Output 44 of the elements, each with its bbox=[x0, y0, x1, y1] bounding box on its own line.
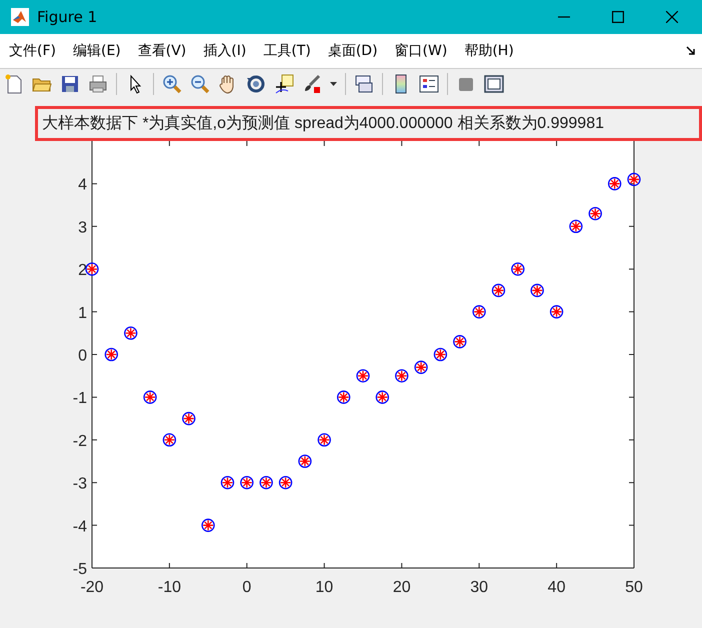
x-tick-label: 40 bbox=[548, 579, 566, 596]
menu-item[interactable]: 文件(F) bbox=[9, 42, 56, 60]
y-tick-label: 2 bbox=[78, 262, 87, 280]
x-tick-label: 30 bbox=[470, 579, 488, 596]
brush-icon[interactable] bbox=[302, 74, 322, 94]
save-icon[interactable] bbox=[60, 74, 80, 94]
menu-item[interactable]: 编辑(E) bbox=[72, 42, 121, 60]
menu-item[interactable]: 桌面(D) bbox=[328, 42, 378, 60]
data-cursor-icon[interactable] bbox=[274, 74, 294, 94]
y-tick-label: 3 bbox=[78, 219, 87, 236]
x-tick-label: 0 bbox=[242, 579, 252, 596]
close-icon[interactable] bbox=[666, 11, 678, 23]
x-tick-label: 10 bbox=[315, 579, 334, 596]
x-tick-label: -10 bbox=[158, 579, 181, 596]
y-tick-label: -3 bbox=[72, 476, 87, 493]
y-tick-label: 4 bbox=[78, 176, 87, 194]
zoom-out-icon[interactable] bbox=[190, 74, 210, 94]
y-tick-label: -5 bbox=[72, 561, 87, 578]
y-tick-label: -1 bbox=[72, 390, 87, 408]
legend-icon[interactable] bbox=[419, 74, 439, 94]
logo-icon bbox=[11, 8, 29, 26]
window-icon[interactable] bbox=[484, 74, 504, 94]
menu-item[interactable]: 查看(V) bbox=[138, 42, 186, 60]
maximize-icon[interactable] bbox=[612, 11, 624, 23]
menu-item[interactable]: 帮助(H) bbox=[464, 42, 514, 60]
y-tick-label: -4 bbox=[72, 518, 87, 536]
y-tick-label: 0 bbox=[78, 348, 87, 364]
zoom-in-icon[interactable] bbox=[162, 74, 182, 94]
arrow-icon[interactable] bbox=[686, 46, 696, 56]
x-tick-label: -20 bbox=[80, 579, 104, 596]
caret-icon[interactable] bbox=[330, 82, 337, 86]
y-tick-label: -2 bbox=[72, 432, 87, 450]
link-icon[interactable] bbox=[354, 74, 374, 94]
printer-icon[interactable] bbox=[88, 74, 108, 94]
menu-item[interactable]: 工具(T) bbox=[263, 42, 311, 60]
y-tick-label: 1 bbox=[78, 304, 87, 322]
x-tick-label: 20 bbox=[392, 579, 411, 596]
x-tick-label: 50 bbox=[625, 579, 643, 596]
chart-title: 大样本数据下 *为真实值,o为预测值 spread为4000.000000 相关系数为0.999981 bbox=[35, 106, 702, 141]
menu-item[interactable]: 插入(I) bbox=[203, 42, 246, 60]
rotate-icon[interactable] bbox=[246, 74, 266, 94]
menu-item[interactable]: 窗口(W) bbox=[394, 42, 448, 60]
new-file-icon[interactable] bbox=[4, 74, 24, 94]
window-title: Figure 1 bbox=[37, 8, 98, 26]
